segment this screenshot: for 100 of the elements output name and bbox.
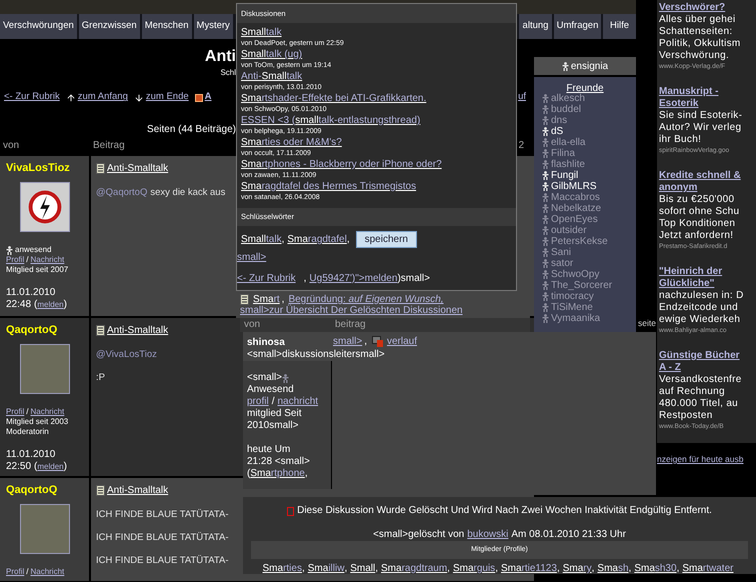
member-link[interactable]: Smarguis <box>452 563 496 575</box>
member-link[interactable]: Smailliw <box>308 563 344 575</box>
profile-link[interactable]: Profil <box>6 255 24 265</box>
friend-link[interactable]: alkesch <box>551 93 585 104</box>
friend-link[interactable]: Maccabros <box>551 192 600 203</box>
page-number[interactable]: 2 <box>518 138 534 153</box>
friend-link[interactable]: sator <box>551 258 574 269</box>
history-link[interactable]: verlauf <box>386 334 417 349</box>
person-icon <box>542 248 549 257</box>
friend-link[interactable]: dS <box>551 126 564 137</box>
message-link[interactable]: Nachricht <box>30 567 64 577</box>
message-link[interactable]: Nachricht <box>30 407 64 417</box>
friend-link[interactable]: ella-ella <box>551 137 586 148</box>
ad-title-link[interactable]: Günstige Bücher A - Z <box>659 350 756 374</box>
friend-link[interactable]: The_Sorcerer <box>551 280 612 291</box>
author-name[interactable]: shinosa <box>247 337 327 349</box>
breadcrumb-link[interactable]: A <box>204 90 212 105</box>
message-link[interactable]: Nachricht <box>30 255 64 265</box>
nav-tab[interactable]: Umfragen <box>554 14 601 39</box>
friend-link[interactable]: OpenEyes <box>551 214 598 225</box>
discussion-link[interactable]: Smart <box>253 294 280 305</box>
nav-tab[interactable]: Grenzwissen <box>78 14 140 39</box>
profile-link[interactable]: Profil <box>6 567 24 577</box>
profile-link[interactable]: profil <box>247 396 269 408</box>
friend-link[interactable]: Nebelkatze <box>551 203 602 214</box>
discussion-link[interactable]: Smartshader-Effekte bei ATI-Grafikkarten. <box>241 93 512 105</box>
friend-link[interactable]: dns <box>551 115 568 126</box>
friend-link[interactable]: Filina <box>551 148 575 159</box>
separator-text: / <box>272 396 274 408</box>
ad-title-link[interactable]: "Heinrich der Glückliche" <box>659 266 756 290</box>
friend-link[interactable]: Sani <box>551 247 572 258</box>
topic-link[interactable]: Smartphone <box>250 468 305 480</box>
post-title-link[interactable]: Anti-Smalltalk <box>107 484 168 497</box>
separator-text: , <box>556 563 560 575</box>
friend-link[interactable]: outsider <box>551 225 587 236</box>
friend-link[interactable]: SchwoOpy <box>551 269 600 280</box>
discussion-link[interactable]: Smalltalk <box>241 27 512 39</box>
friend-link[interactable]: Vymaanika <box>551 313 600 324</box>
report-link[interactable]: melden <box>37 299 64 311</box>
friend-link[interactable]: GilbMLRS <box>551 181 597 192</box>
discussion-link[interactable]: Smartphones - Blackberry oder iPhone oder? <box>241 159 512 171</box>
ad-title-link[interactable]: Manuskript - Esoterik <box>659 86 756 110</box>
breadcrumb-link[interactable]: zum Ende <box>146 90 189 105</box>
post-title-link[interactable]: Anti-Smalltalk <box>107 324 168 337</box>
breadcrumb-link[interactable]: <- Zur Rubrik <box>4 90 60 105</box>
author-name[interactable]: VivaLosTioz <box>6 162 83 174</box>
nav-tab[interactable]: altung <box>519 14 552 39</box>
breadcrumb-link[interactable]: zum Anfang <box>78 90 128 105</box>
discussion-link[interactable]: Smaragdtafel des Hermes Trismegistos <box>241 181 512 193</box>
discussion-link[interactable]: ESSEN <3 (smalltalk-entlastungsthread) <box>241 115 512 127</box>
member-link[interactable]: Smash30 <box>634 563 677 575</box>
post-title-link[interactable]: Anti-Smalltalk <box>107 162 168 175</box>
nav-tab[interactable]: Mystery <box>194 14 233 39</box>
nav-tab[interactable]: Verschwörungen <box>0 14 77 39</box>
discussion-link[interactable]: Smalltalk (ug) <box>241 49 512 61</box>
save-button[interactable]: speichern <box>356 231 417 248</box>
member-link[interactable]: Smartwater <box>682 563 734 575</box>
author-name[interactable]: QaqortoQ <box>6 484 83 496</box>
friend-link[interactable]: PetersKekse <box>551 236 608 247</box>
profile-link[interactable]: Profil <box>6 407 24 417</box>
separator-text: , <box>592 563 594 575</box>
friend-link[interactable]: timocracy <box>551 291 594 302</box>
message-link[interactable]: nachricht <box>277 396 318 408</box>
member-link[interactable]: Smaragdtraum <box>381 563 448 575</box>
separator-text: , <box>375 563 378 575</box>
reason-link[interactable]: Begründung: auf Eigenen Wunsch, <box>288 294 444 305</box>
discussion-link[interactable]: Anti-Smalltalk <box>241 71 512 83</box>
member-link[interactable]: Small <box>350 563 376 575</box>
friend-link[interactable]: Fungil <box>551 170 578 181</box>
keyword-link[interactable]: Smaragdtafel <box>287 232 347 247</box>
overview-link[interactable]: small>zur Übersicht Der Gelöschten Diskussionen <box>240 305 463 316</box>
nav-tab[interactable]: Hilfe <box>603 14 636 39</box>
friend-link[interactable]: TiSiMene <box>551 302 593 313</box>
ad-text: nachzulesen in: D Endzeitcode und ewige Wiederkeh <box>659 290 745 326</box>
markup-link[interactable]: small> <box>237 252 516 264</box>
member-link[interactable]: Smartie1123 <box>500 563 557 575</box>
keyword-link[interactable]: Smalltalk <box>241 232 282 247</box>
nav-tab[interactable]: Menschen <box>142 14 192 39</box>
breadcrumb-link[interactable]: uf <box>518 90 526 105</box>
ad-title-link[interactable]: Verschwörer? <box>659 2 756 14</box>
avatar-emblem-icon <box>20 182 70 232</box>
mention-text[interactable]: @QaqortoQ <box>96 187 148 199</box>
avatar-photo-placeholder <box>20 504 70 554</box>
member-link[interactable]: Smarties <box>262 563 302 575</box>
author-name[interactable]: QaqortoQ <box>6 324 83 336</box>
member-link[interactable]: Smash <box>597 563 629 575</box>
ad-title-link[interactable]: Kredite schnell & anonym <box>659 170 756 194</box>
discussion-link[interactable]: Smarties oder M&M's? <box>241 137 512 149</box>
member-link[interactable]: Smary <box>562 563 592 575</box>
back-link[interactable]: <- Zur Rubrik <box>237 273 296 285</box>
user-link[interactable]: bukowski <box>467 529 508 541</box>
friend-link[interactable]: buddel <box>551 104 582 115</box>
markup-link[interactable]: small> <box>333 334 362 349</box>
sidebar-user-header[interactable]: ensignia <box>534 57 636 75</box>
mention-text[interactable]: @VivaLosTioz <box>96 349 157 361</box>
report-link[interactable]: Ug59427')">melden <box>309 273 398 285</box>
report-link[interactable]: melden <box>37 461 64 473</box>
ads-footer-link[interactable]: nzeigen für heute ausb <box>657 453 756 466</box>
friend-link[interactable]: flashlite <box>551 159 585 170</box>
bracket-text: ) <box>64 299 67 311</box>
